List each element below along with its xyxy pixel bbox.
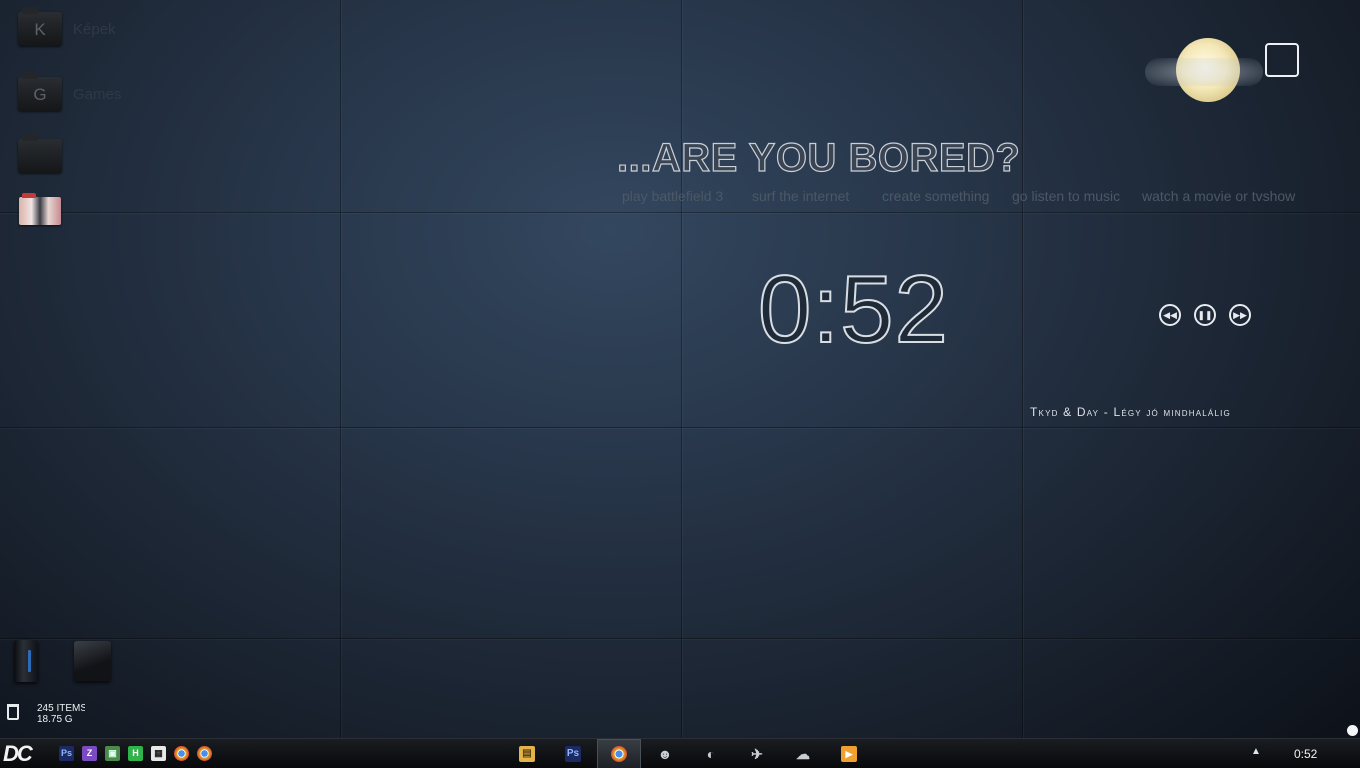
bored-headline: ...ARE YOU BORED?	[616, 135, 1021, 180]
grid-line	[1022, 0, 1023, 740]
media-player-icon: ▶	[841, 746, 857, 762]
grid-line	[0, 212, 1360, 213]
folder-games-icon[interactable]: G	[18, 72, 62, 111]
grid-line	[340, 0, 341, 740]
taskbar-plane-button[interactable]: ✈	[735, 739, 779, 768]
grid-line	[0, 427, 1360, 428]
folder-letter: K	[34, 20, 46, 39]
plane-icon: ✈	[751, 746, 763, 762]
folder-kepek-label[interactable]: Képek	[73, 21, 116, 38]
cloud-icon	[1145, 58, 1263, 86]
quick-launch-image-viewer-icon[interactable]: ▣	[105, 746, 120, 761]
next-track-button[interactable]: ▶▶	[1229, 304, 1251, 326]
square-button[interactable]	[1265, 43, 1299, 77]
steam-icon: ◐	[706, 746, 716, 762]
taskbar-agent-button[interactable]: ☻	[643, 739, 687, 768]
quick-launch-photoshop-icon[interactable]: Ps	[59, 746, 74, 761]
pause-button[interactable]: ❚❚	[1194, 304, 1216, 326]
quick-launch-calendar-icon[interactable]: ▦	[151, 746, 166, 761]
fast-forward-icon: ▶▶	[1233, 310, 1247, 320]
agent-icon: ☻	[657, 746, 673, 762]
photo-folder-icon[interactable]	[19, 193, 61, 225]
recycle-bin-size: 18.75 G	[37, 714, 73, 725]
activity-link-music[interactable]: go listen to music	[1012, 188, 1120, 204]
grid-line	[681, 0, 682, 740]
folder-letter: G	[33, 85, 47, 104]
taskbar: DC Ps Z ▣ H ▦ ● ● ▤ Ps ● ☻ ◐ ✈ ☁ ▶ ▲ 0:5…	[0, 738, 1360, 768]
external-drive-icon[interactable]	[74, 641, 111, 681]
quick-launch-z-app-icon[interactable]: Z	[82, 746, 97, 761]
show-desktop-dot[interactable]	[1347, 725, 1358, 736]
folder-icon[interactable]	[18, 134, 62, 173]
recycle-bin-info: 245 ITEMS 18.75 G	[37, 703, 85, 725]
weather-icon: ☁	[796, 746, 810, 762]
taskbar-explorer-button[interactable]: ▤	[505, 739, 549, 768]
taskbar-photoshop-button[interactable]: Ps	[551, 739, 595, 768]
desktop-clock: 0:52	[757, 256, 949, 363]
now-playing-track: Tkyd & Day - Légy jó mindhalálig	[1030, 405, 1231, 419]
recycle-bin-icon[interactable]	[7, 704, 19, 720]
start-button[interactable]: DC	[3, 741, 51, 767]
taskbar-clock[interactable]: 0:52	[1294, 747, 1317, 761]
taskbar-chrome-button[interactable]: ●	[597, 739, 641, 768]
explorer-icon: ▤	[519, 746, 535, 762]
quick-launch-chrome-icon[interactable]: ●	[174, 746, 189, 761]
folder-games-label[interactable]: Games	[73, 86, 121, 103]
activity-link-create[interactable]: create something	[882, 188, 989, 204]
folder-kepek-icon[interactable]: K	[18, 7, 62, 46]
taskbar-steam-button[interactable]: ◐	[689, 739, 733, 768]
quick-launch-h-app-icon[interactable]: H	[128, 746, 143, 761]
taskbar-media-player-button[interactable]: ▶	[827, 739, 871, 768]
photoshop-icon: Ps	[565, 746, 581, 762]
previous-track-button[interactable]: ◀◀	[1159, 304, 1181, 326]
rewind-icon: ◀◀	[1163, 310, 1177, 320]
recycle-bin-items: 245 ITEMS	[37, 703, 85, 714]
activity-link-internet[interactable]: surf the internet	[752, 188, 849, 204]
pause-icon: ❚❚	[1197, 310, 1213, 320]
taskbar-weather-button[interactable]: ☁	[781, 739, 825, 768]
activity-link-battlefield[interactable]: play battlefield 3	[622, 188, 723, 204]
computer-drive-icon[interactable]	[14, 640, 38, 682]
tray-expand-icon[interactable]: ▲	[1251, 746, 1261, 757]
grid-line	[0, 638, 1360, 639]
quick-launch-chrome-icon[interactable]: ●	[197, 746, 212, 761]
activity-link-movie[interactable]: watch a movie or tvshow	[1142, 188, 1295, 204]
chrome-icon: ●	[611, 746, 627, 762]
